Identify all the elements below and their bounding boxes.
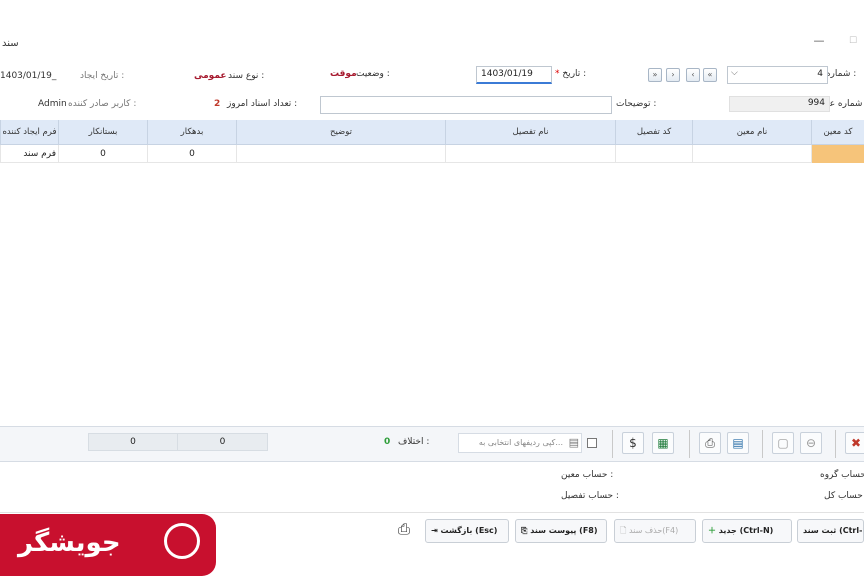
moein-code-cell-selected[interactable] <box>811 145 864 163</box>
description-label: توضیحات : <box>616 99 657 109</box>
document-icon[interactable]: ▤ <box>727 432 749 454</box>
moein-name-cell[interactable] <box>692 145 811 163</box>
chevron-down-icon[interactable]: ⌵ <box>731 68 738 78</box>
clipboard-icon: ▤ <box>568 436 579 449</box>
column-header-moein-name[interactable]: نام معین <box>692 120 811 145</box>
issuer-value: Admin <box>38 99 67 109</box>
toolbar-separator <box>835 430 836 458</box>
logo-text: جویشگر <box>18 528 121 558</box>
group-account-label: حساب گروه : <box>820 470 864 480</box>
copy-rows-placeholder: کپی ردیفهای انتخابی به... <box>478 438 563 447</box>
difference-label: اختلاف : <box>398 437 430 447</box>
required-mark: * <box>555 69 560 79</box>
copy-rows-checkbox[interactable] <box>587 438 597 448</box>
date-input[interactable]: 1403/01/19 <box>476 66 552 84</box>
voucher-number-field[interactable]: 4 ⌵ <box>727 66 828 84</box>
delete-voucher-button[interactable]: 🗋 حذف سند(F4) <box>614 519 696 543</box>
column-header-creator-form[interactable]: فرم ایجاد کننده <box>0 120 58 145</box>
description-input[interactable] <box>320 96 612 114</box>
toolbar-separator <box>612 430 613 458</box>
debit-cell[interactable]: 0 <box>147 145 236 163</box>
nav-first-button[interactable]: « <box>703 68 717 82</box>
credit-total: 0 <box>88 433 178 451</box>
issuer-label: کاربر صادر کننده : <box>68 99 137 109</box>
print-icon[interactable]: ⎙ <box>699 432 721 454</box>
logo-mark-icon <box>164 523 200 559</box>
reference-number-field: 994 <box>729 96 830 112</box>
back-label: بازگشت (Esc) <box>440 526 498 535</box>
created-date-value: 1403/01/19_ <box>0 71 57 81</box>
description-cell[interactable] <box>236 145 445 163</box>
type-label: نوع سند : <box>228 71 265 81</box>
difference-value: 0 <box>384 437 391 447</box>
new-voucher-label: جدید (Ctrl-N) <box>718 526 774 535</box>
date-label-text: تاریخ : <box>562 69 587 79</box>
reference-number-value: 994 <box>807 98 825 108</box>
copy-row-icon[interactable]: ▢ <box>772 432 794 454</box>
delete-document-icon: 🗋 <box>620 526 627 535</box>
moein-account-label: حساب معین : <box>561 470 614 480</box>
debit-total: 0 <box>177 433 268 451</box>
date-value: 1403/01/19 <box>481 69 533 79</box>
column-header-detail-code[interactable]: کد تفصیل <box>615 120 692 145</box>
status-value: موقت <box>330 69 357 79</box>
attach-voucher-button[interactable]: ⎘ پیوست سند (F8) <box>515 519 607 543</box>
nav-prev-button[interactable]: ‹ <box>686 68 700 82</box>
detail-code-cell[interactable] <box>615 145 692 163</box>
column-header-detail-name[interactable]: نام تفصیل <box>445 120 615 145</box>
column-header-moein-code[interactable]: کد معین <box>811 120 864 145</box>
save-voucher-label: ثبت سند (Ctrl-S) <box>803 526 863 535</box>
today-count-label: تعداد اسناد امروز : <box>227 99 298 109</box>
exit-icon: ⇥ <box>431 526 438 535</box>
delete-row-icon[interactable]: ✖ <box>845 432 864 454</box>
new-voucher-button[interactable]: ＋ جدید (Ctrl-N) <box>702 519 792 543</box>
new-icon: ＋ <box>708 526 716 535</box>
title-bar <box>0 30 864 54</box>
creator-form-cell[interactable]: فرم سند <box>0 145 58 163</box>
date-label: * تاریخ : <box>555 69 586 79</box>
save-voucher-button[interactable]: ثبت سند (Ctrl-S) <box>797 519 864 543</box>
created-date-label: تاریخ ایجاد : <box>80 71 125 81</box>
joyeshgar-logo: جویشگر <box>0 514 216 576</box>
maximize-button[interactable]: ☐ <box>846 34 860 48</box>
toolbar-separator <box>762 430 763 458</box>
type-value: عمومی <box>194 71 227 81</box>
detail-account-label: حساب تفصیل : <box>561 491 619 501</box>
delete-voucher-label: حذف سند(F4) <box>628 526 679 535</box>
column-header-debit[interactable]: بدهکار <box>147 120 236 145</box>
credit-cell[interactable]: 0 <box>58 145 147 163</box>
column-header-description[interactable]: توضیح <box>236 120 445 145</box>
printer-settings-icon[interactable]: ⎙ <box>393 520 415 544</box>
detail-name-cell[interactable] <box>445 145 615 163</box>
voucher-number-value: 4 <box>817 69 823 79</box>
window-title: سند <box>2 38 19 49</box>
status-label: وضعیت : <box>356 69 390 79</box>
paperclip-icon: ⎘ <box>521 526 528 535</box>
currency-icon[interactable]: $ <box>622 432 644 454</box>
toolbar-separator <box>689 430 690 458</box>
nav-next-button[interactable]: › <box>666 68 680 82</box>
attach-voucher-label: پیوست سند (F8) <box>530 526 598 535</box>
remove-icon[interactable]: ⊖ <box>800 432 822 454</box>
back-button[interactable]: ⇥ بازگشت (Esc) <box>425 519 509 543</box>
nav-last-button[interactable]: » <box>648 68 662 82</box>
copy-rows-dropdown[interactable]: ▤ کپی ردیفهای انتخابی به... <box>458 433 582 453</box>
general-account-label: حساب کل : <box>824 491 864 501</box>
column-header-credit[interactable]: بستانکار <box>58 120 147 145</box>
excel-icon[interactable]: ▦ <box>652 432 674 454</box>
today-count-value: 2 <box>214 99 221 109</box>
minimize-button[interactable]: — <box>812 34 826 48</box>
